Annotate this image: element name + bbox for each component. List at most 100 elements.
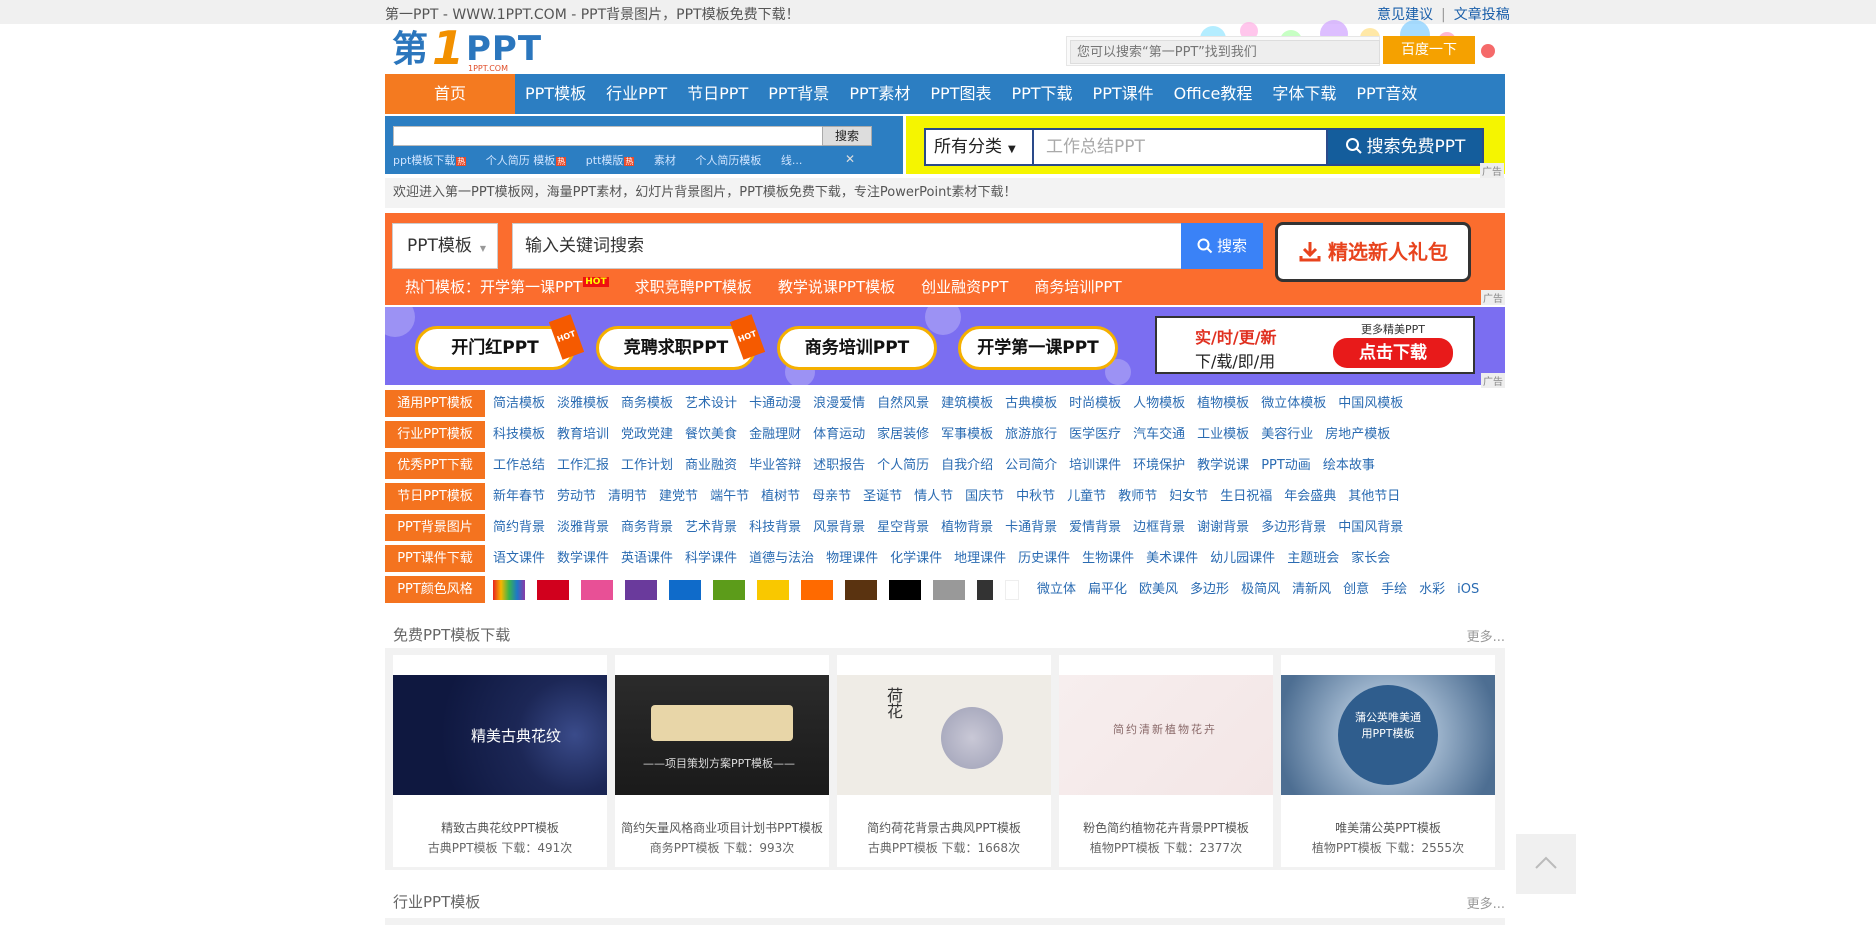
style-link[interactable]: 微立体 — [1037, 576, 1076, 603]
category-link[interactable]: 公司简介 — [1005, 452, 1057, 479]
category-link[interactable]: 儿童节 — [1067, 483, 1106, 510]
category-link[interactable]: 淡雅模板 — [557, 390, 609, 417]
template-card[interactable]: ——项目策划方案PPT模板—— 简约矢量风格商业项目计划书PPT模板 商务PPT… — [615, 655, 829, 867]
category-link[interactable]: 餐饮美食 — [685, 421, 737, 448]
category-link[interactable]: 人物模板 — [1133, 390, 1185, 417]
download-ad[interactable]: 实/时/更/新 下/载/即/用 更多精美PPT 点击下载 — [1155, 316, 1475, 374]
ad-search-input[interactable] — [393, 126, 823, 146]
category-link[interactable]: 建党节 — [659, 483, 698, 510]
category-link[interactable]: 年会盛典 — [1284, 483, 1336, 510]
close-icon[interactable]: ✕ — [845, 153, 857, 165]
category-link[interactable]: 边框背景 — [1133, 514, 1185, 541]
category-select[interactable]: 所有分类 ▼ — [924, 128, 1034, 166]
nav-item[interactable]: PPT音效 — [1356, 74, 1417, 114]
more-link[interactable]: 更多... — [1467, 893, 1505, 912]
category-link[interactable]: 商务模板 — [621, 390, 673, 417]
style-link[interactable]: 极简风 — [1241, 576, 1280, 603]
category-link[interactable]: 工作总结 — [493, 452, 545, 479]
category-link[interactable]: 汽车交通 — [1133, 421, 1185, 448]
click-download-button[interactable]: 点击下载 — [1333, 338, 1453, 368]
category-link[interactable]: 工业模板 — [1197, 421, 1249, 448]
template-name[interactable]: 简约荷花背景古典风PPT模板 — [837, 819, 1051, 836]
ad-tag[interactable]: 个人简历模板 — [695, 154, 761, 167]
category-link[interactable]: 情人节 — [914, 483, 953, 510]
color-swatch[interactable] — [537, 580, 569, 600]
category-link[interactable]: 化学课件 — [890, 545, 942, 572]
category-link[interactable]: 端午节 — [710, 483, 749, 510]
category-label[interactable]: PPT课件下载 — [385, 545, 485, 572]
back-to-top-button[interactable] — [1516, 834, 1576, 894]
category-link[interactable]: 中国风模板 — [1338, 390, 1403, 417]
category-link[interactable]: 国庆节 — [965, 483, 1004, 510]
category-link[interactable]: 圣诞节 — [863, 483, 902, 510]
free-ppt-search-button[interactable]: 搜索免费PPT — [1326, 128, 1484, 166]
color-swatch[interactable] — [801, 580, 833, 600]
category-link[interactable]: 工作汇报 — [557, 452, 609, 479]
category-label[interactable]: PPT颜色风格 — [385, 576, 485, 603]
style-link[interactable]: 多边形 — [1190, 576, 1229, 603]
template-thumbnail[interactable]: 简约清新植物花卉 — [1059, 675, 1273, 795]
template-thumbnail[interactable]: 精美古典花纹 — [393, 675, 607, 795]
category-link[interactable]: 房地产模板 — [1325, 421, 1390, 448]
promo-button[interactable]: 开学第一课PPT — [958, 326, 1118, 370]
category-label[interactable]: 优秀PPT下载 — [385, 452, 485, 479]
promo-button[interactable]: 开门红PPT HOT — [415, 314, 585, 370]
category-link[interactable]: 军事模板 — [941, 421, 993, 448]
hot-template-link[interactable]: 热门模板：开学第一课PPT HOT — [405, 276, 609, 297]
category-link[interactable]: 妇女节 — [1169, 483, 1208, 510]
nav-item[interactable]: PPT下载 — [1011, 74, 1072, 114]
category-link[interactable]: 环境保护 — [1133, 452, 1185, 479]
category-link[interactable]: 艺术设计 — [685, 390, 737, 417]
category-link[interactable]: 金融理财 — [749, 421, 801, 448]
category-link[interactable]: 古典模板 — [1005, 390, 1057, 417]
category-link[interactable]: 自然风景 — [877, 390, 929, 417]
category-link[interactable]: 幼儿园课件 — [1210, 545, 1275, 572]
template-name[interactable]: 精致古典花纹PPT模板 — [393, 819, 607, 836]
style-link[interactable]: 手绘 — [1381, 576, 1407, 603]
category-link[interactable]: 植树节 — [761, 483, 800, 510]
category-link[interactable]: 历史课件 — [1018, 545, 1070, 572]
category-link[interactable]: 科技背景 — [749, 514, 801, 541]
ad-tag[interactable]: 个人简历 模板热 — [486, 154, 567, 167]
color-swatch[interactable] — [625, 580, 657, 600]
category-link[interactable]: 艺术背景 — [685, 514, 737, 541]
category-link[interactable]: 卡通背景 — [1005, 514, 1057, 541]
nav-item[interactable]: 字体下载 — [1272, 74, 1336, 114]
template-card[interactable]: 荷花 简约荷花背景古典风PPT模板 古典PPT模板 下载：1668次 — [837, 655, 1051, 867]
template-thumbnail[interactable]: ——项目策划方案PPT模板—— — [615, 675, 829, 795]
category-link[interactable]: 语文课件 — [493, 545, 545, 572]
category-link[interactable]: 教育培训 — [557, 421, 609, 448]
category-link[interactable]: 教师节 — [1118, 483, 1157, 510]
template-card[interactable]: 蒲公英唯美通用PPT模板 唯美蒲公英PPT模板 植物PPT模板 下载：2555次 — [1281, 655, 1495, 867]
hot-template-link[interactable]: 创业融资PPT — [921, 276, 1008, 297]
category-link[interactable]: 家长会 — [1351, 545, 1390, 572]
category-link[interactable]: 美术课件 — [1146, 545, 1198, 572]
category-link[interactable]: 商业融资 — [685, 452, 737, 479]
ad-keyword-input[interactable]: 工作总结PPT — [1032, 128, 1334, 166]
site-logo[interactable]: 第 1 PPT 1PPT.COM — [392, 24, 558, 73]
baidu-search-button[interactable]: 百度一下 — [1383, 36, 1475, 64]
template-card[interactable]: 精美古典花纹 精致古典花纹PPT模板 古典PPT模板 下载：491次 — [393, 655, 607, 867]
category-link[interactable]: 商务背景 — [621, 514, 673, 541]
keyword-search-input[interactable]: 输入关键词搜索 — [512, 223, 1182, 269]
category-link[interactable]: 生物课件 — [1082, 545, 1134, 572]
hot-template-link[interactable]: 教学说课PPT模板 — [778, 276, 895, 297]
nav-item[interactable]: PPT模板 — [525, 74, 586, 114]
ad-search-button[interactable]: 搜索 — [822, 126, 872, 146]
category-link[interactable]: 简约背景 — [493, 514, 545, 541]
template-name[interactable]: 唯美蒲公英PPT模板 — [1281, 819, 1495, 836]
category-link[interactable]: 卡通动漫 — [749, 390, 801, 417]
category-link[interactable]: 生日祝福 — [1220, 483, 1272, 510]
ad-tag[interactable]: ptt模版热 — [586, 154, 635, 167]
category-link[interactable]: 教学说课 — [1197, 452, 1249, 479]
ad-tag[interactable]: 素材 — [654, 154, 676, 167]
category-link[interactable]: 多边形背景 — [1261, 514, 1326, 541]
nav-item[interactable]: PPT素材 — [849, 74, 910, 114]
category-link[interactable]: PPT动画 — [1261, 452, 1311, 479]
category-link[interactable]: 医学医疗 — [1069, 421, 1121, 448]
category-link[interactable]: 美容行业 — [1261, 421, 1313, 448]
category-label[interactable]: 节日PPT模板 — [385, 483, 485, 510]
nav-item[interactable]: PPT图表 — [930, 74, 991, 114]
template-thumbnail[interactable]: 蒲公英唯美通用PPT模板 — [1281, 675, 1495, 795]
category-link[interactable]: 中国风背景 — [1338, 514, 1403, 541]
